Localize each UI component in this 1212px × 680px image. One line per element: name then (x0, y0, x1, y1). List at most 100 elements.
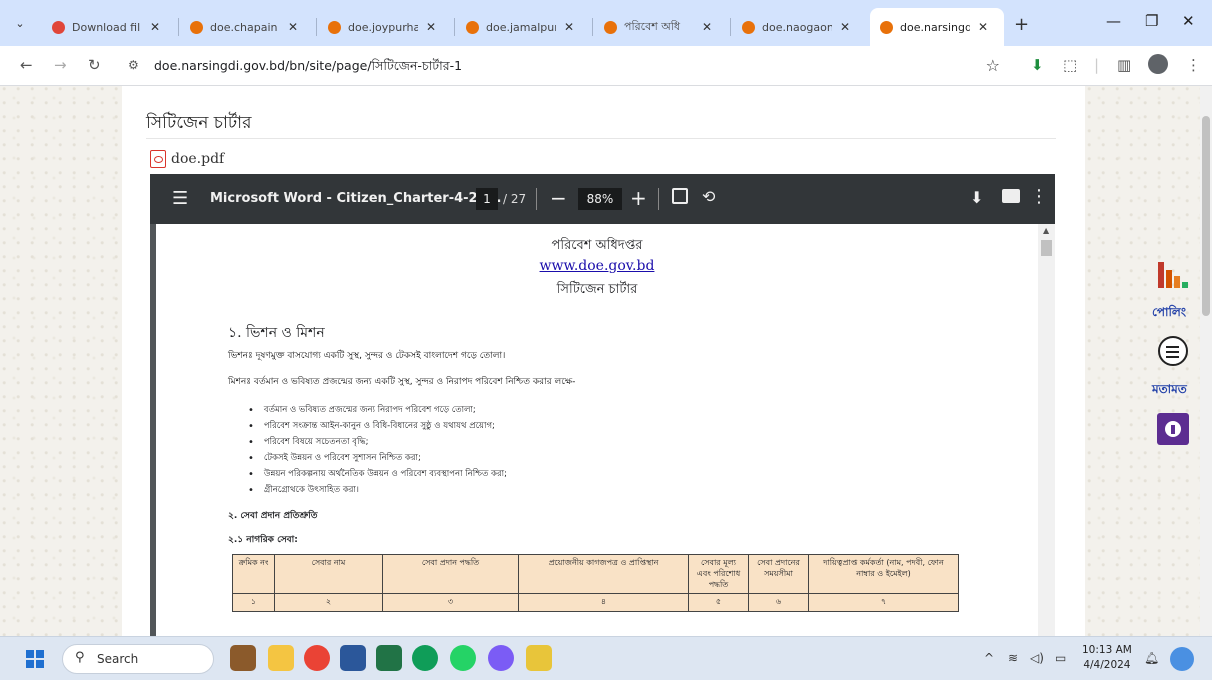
extensions-icon[interactable]: ⬚ (1063, 56, 1077, 74)
tab-close-icon[interactable]: ✕ (288, 20, 298, 34)
table-cell: ১ (232, 593, 275, 613)
tab-close-icon[interactable]: ✕ (564, 20, 574, 34)
scroll-up-icon[interactable]: ▲ (1043, 226, 1049, 235)
pdf-download-icon[interactable]: ⬇ (970, 188, 983, 207)
address-bar[interactable]: ⚙ doe.narsingdi.gov.bd/bn/site/page/সিটি… (118, 52, 1010, 80)
tab-title: doe.joypurha (348, 20, 418, 34)
volume-icon[interactable]: ◁) (1030, 651, 1044, 665)
minimize-button[interactable]: — (1106, 12, 1121, 30)
browser-tab[interactable]: Download fil ✕ (42, 8, 176, 46)
browser-tab[interactable]: doe.joypurha ✕ (318, 8, 452, 46)
tab-close-icon[interactable]: ✕ (840, 20, 850, 34)
tab-close-icon[interactable]: ✕ (978, 20, 988, 34)
edge-icon[interactable] (412, 645, 438, 671)
mission-text: মিশনঃ বর্তমান ও ভবিষ্যত প্রজন্মের জন্য এ… (228, 377, 576, 387)
table-header-cell: দায়িত্বপ্রাপ্ত কর্মকর্তা (নাম, পদবী, ফো… (808, 553, 959, 595)
feedback-icon[interactable] (1158, 336, 1188, 366)
zoom-level-input[interactable]: 88% (578, 188, 622, 210)
pdf-scroll-thumb[interactable] (1041, 240, 1052, 256)
whatsapp-icon[interactable] (450, 645, 476, 671)
mission-bullet: টেকসই উন্নয়ন ও পরিবেশ সুশাসন নিশ্চিত কর… (248, 450, 507, 466)
browser-tab[interactable]: doe.naogaon ✕ (732, 8, 866, 46)
tab-favicon-icon (880, 20, 893, 34)
rotate-icon[interactable]: ⟲ (702, 187, 715, 206)
tab-title: doe.naogaon (762, 20, 832, 34)
tab-separator (730, 18, 731, 36)
table-cell: ৭ (808, 593, 959, 613)
messenger-icon[interactable] (488, 645, 514, 671)
page-scrollbar[interactable] (1200, 86, 1212, 636)
battery-icon[interactable]: ▭ (1055, 651, 1066, 665)
weather-icon[interactable] (1170, 647, 1194, 671)
page-content: সিটিজেন চার্টার doe.pdf ☰ Microsoft Word… (122, 86, 1085, 636)
word-icon[interactable] (340, 645, 366, 671)
browser-tab[interactable]: doe.jamalpur ✕ (456, 8, 590, 46)
search-icon: ⚲ (75, 650, 85, 665)
browser-tab[interactable]: doe.chapain ✕ (180, 8, 314, 46)
pdf-page: পরিবেশ অধিদপ্তর www.doe.gov.bd সিটিজেন চ… (156, 224, 1038, 636)
bookmark-star-icon[interactable]: ☆ (986, 56, 1000, 75)
pdf-icon (150, 150, 166, 168)
table-header-cell: সেবার মূল্য এবং পরিশোধ পদ্ধতি (688, 553, 749, 595)
zoom-in-button[interactable]: + (630, 186, 647, 210)
new-tab-button[interactable]: + (1014, 14, 1029, 35)
side-panel-icon[interactable]: ▥ (1117, 56, 1131, 74)
page-number-input[interactable]: 1 (476, 188, 498, 210)
zoom-out-button[interactable]: − (550, 186, 567, 210)
mission-bullet: পরিবেশ বিষয়ে সচেতনতা বৃদ্ধি; (248, 434, 507, 450)
citizen-service-table: ক্রমিক নং সেবার নাম সেবা প্রদান পদ্ধতি প্রয… (232, 553, 959, 613)
doc-organization: পরিবেশ অধিদপ্তর (551, 238, 643, 253)
tab-title: Download fil (72, 20, 141, 34)
poll-chart-icon[interactable] (1158, 262, 1188, 288)
profile-avatar-icon[interactable] (1148, 54, 1168, 74)
fit-page-icon[interactable] (672, 188, 688, 204)
doc-website-link[interactable]: www.doe.gov.bd (156, 258, 1038, 274)
tab-favicon-icon (328, 20, 341, 34)
print-icon[interactable] (1002, 189, 1020, 203)
file-explorer-icon[interactable] (268, 645, 294, 671)
table-cell: ৫ (688, 593, 749, 613)
restore-button[interactable]: ❐ (1145, 12, 1158, 30)
tab-close-icon[interactable]: ✕ (426, 20, 436, 34)
pdf-scrollbar[interactable]: ▲ (1038, 224, 1055, 636)
forward-icon[interactable]: → (54, 56, 67, 74)
tray-chevron-icon[interactable]: ^ (984, 651, 994, 665)
pdf-file-name[interactable]: doe.pdf (171, 151, 224, 167)
windows-start-icon[interactable] (26, 650, 44, 668)
tab-favicon-icon (604, 20, 617, 34)
table-header-cell: সেবার নাম (274, 553, 383, 595)
close-window-button[interactable]: ✕ (1182, 12, 1195, 30)
reload-icon[interactable]: ↻ (88, 56, 101, 74)
notification-bell-icon[interactable]: 🔔︎ (1144, 651, 1159, 665)
browser-tab[interactable]: পরিবেশ অধি ✕ (594, 8, 728, 46)
browser-tab[interactable]: doe.narsingd ✕ (870, 8, 1004, 46)
section-title: ২.১ নাগরিক সেবা: (228, 535, 298, 545)
windows-taskbar: ⚲ Search ^ ≋ ◁) ▭ 10:13 AM 4/4/2024 🔔︎ (0, 636, 1212, 680)
poll-link[interactable]: পোলিং (1152, 304, 1186, 324)
tab-close-icon[interactable]: ✕ (702, 20, 712, 34)
site-info-icon[interactable]: ⚙ (128, 58, 139, 72)
clock-time: 10:13 AM (1082, 644, 1132, 656)
url-text[interactable]: doe.narsingdi.gov.bd/bn/site/page/সিটিজে… (154, 58, 462, 78)
menu-icon[interactable]: ⋮ (1186, 56, 1201, 74)
more-options-icon[interactable]: ⋮ (1030, 186, 1048, 207)
table-cell: ২ (274, 593, 383, 613)
accessibility-icon[interactable] (1157, 413, 1189, 445)
tab-search-menu[interactable]: ⌄ (8, 11, 32, 35)
taskbar-clock[interactable]: 10:13 AM 4/4/2024 (1082, 643, 1132, 672)
taskbar-search[interactable]: ⚲ Search (62, 644, 214, 674)
taskbar-app-icon[interactable] (230, 645, 256, 671)
excel-icon[interactable] (376, 645, 402, 671)
tab-close-icon[interactable]: ✕ (150, 20, 160, 34)
pdf-title: Microsoft Word - Citizen_Charter-4-20... (210, 191, 502, 206)
notepad-icon[interactable] (526, 645, 552, 671)
download-icon[interactable]: ⬇ (1031, 56, 1044, 74)
feedback-link[interactable]: মতামত (1152, 381, 1187, 401)
pdf-file-link[interactable]: doe.pdf (150, 150, 224, 168)
hamburger-menu-icon[interactable]: ☰ (172, 188, 188, 209)
tab-favicon-icon (52, 20, 65, 34)
wifi-icon[interactable]: ≋ (1008, 651, 1018, 665)
back-icon[interactable]: ← (20, 56, 33, 74)
page-scroll-thumb[interactable] (1202, 116, 1210, 316)
chrome-icon[interactable] (304, 645, 330, 671)
